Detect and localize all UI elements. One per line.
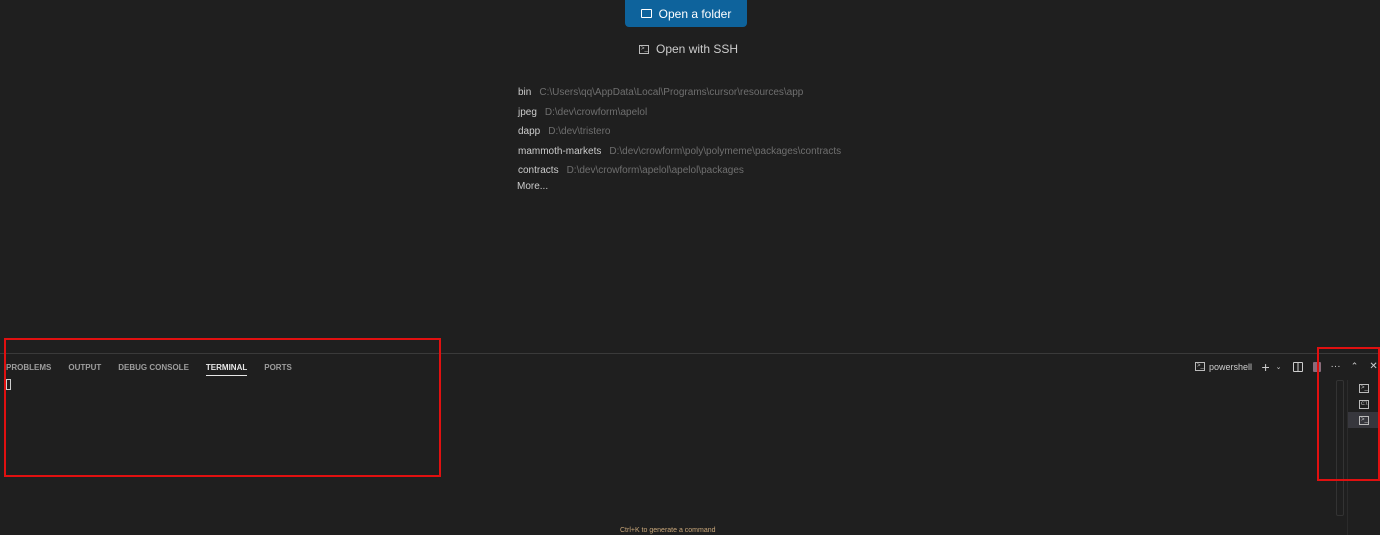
annotation-box — [4, 338, 441, 477]
recent-path: D:\dev\crowform\poly\polymeme\packages\c… — [609, 145, 842, 157]
recent-item[interactable]: mammoth-markets D:\dev\crowform\poly\poly… — [518, 142, 841, 162]
recent-name: dapp — [518, 126, 541, 138]
recent-item[interactable]: jpeg D:\dev\crowform\apelol — [518, 103, 841, 123]
terminal-profile[interactable]: >_ powershell — [1195, 362, 1252, 372]
terminal-icon: >_ — [1195, 362, 1205, 371]
terminal-hint: Ctrl+K to generate a command — [620, 527, 716, 534]
recent-path: D:\dev\crowform\apelol — [544, 106, 648, 118]
folder-icon — [640, 9, 652, 18]
open-ssh-link[interactable]: >_ Open with SSH — [639, 42, 738, 56]
open-ssh-label: Open with SSH — [656, 42, 739, 56]
recent-item[interactable]: dapp D:\dev\tristero — [518, 122, 841, 142]
recent-path: C:\Users\qq\AppData\Local\Programs\curso… — [539, 87, 804, 99]
open-folder-button[interactable]: Open a folder — [625, 0, 747, 27]
recent-item[interactable]: bin C:\Users\qq\AppData\Local\Programs\cu… — [518, 83, 841, 103]
recent-path: D:\dev\crowform\apelol\apelol\packages — [566, 165, 744, 177]
terminal-icon: >_ — [639, 44, 649, 54]
recent-path: D:\dev\tristero — [548, 126, 611, 138]
recent-name: bin — [518, 87, 532, 99]
recent-name: mammoth-markets — [518, 145, 602, 157]
recent-name: contracts — [518, 165, 559, 177]
terminal-name: powershell — [1209, 361, 1253, 372]
chevron-down-icon[interactable]: ⌄ — [1273, 361, 1284, 372]
recent-name: jpeg — [518, 106, 537, 118]
more-link[interactable]: More... — [517, 181, 548, 192]
split-icon[interactable] — [1292, 361, 1303, 372]
plus-icon[interactable]: + — [1260, 359, 1271, 375]
annotation-box — [1317, 347, 1380, 481]
open-folder-label: Open a folder — [658, 6, 732, 21]
recent-list: bin C:\Users\qq\AppData\Local\Programs\cu… — [518, 83, 841, 181]
recent-item[interactable]: contracts D:\dev\crowform\apelol\apelol\p… — [518, 161, 841, 181]
